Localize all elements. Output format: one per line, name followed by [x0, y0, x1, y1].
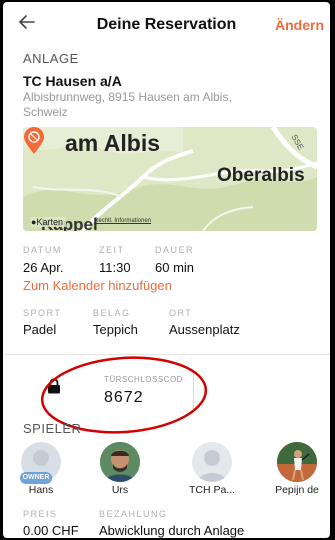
player-name: Pepijn de — [275, 484, 319, 496]
player-name: TCH Pa... — [188, 484, 236, 496]
player-name: Hans — [28, 484, 54, 496]
avatar — [192, 442, 232, 482]
payment-method-value: Abwicklung durch Anlage — [99, 523, 245, 538]
player-photo — [277, 442, 317, 482]
player-card[interactable]: OWNER Hans — [9, 442, 73, 496]
person-placeholder-icon — [197, 450, 227, 482]
player-card[interactable]: Urs — [88, 442, 152, 496]
player-name: Urs — [111, 484, 129, 496]
price-value: 0.00 CHF — [23, 523, 79, 538]
player-card[interactable]: Pepijn de — [265, 442, 329, 496]
players-section-label: SPIELER — [23, 421, 82, 436]
payment-method-label: BEZAHLUNG — [99, 509, 168, 519]
avatar — [100, 442, 140, 482]
player-photo — [100, 442, 140, 482]
price-label: PREIS — [23, 509, 58, 519]
owner-badge: OWNER — [20, 472, 52, 484]
reservation-screen: Deine Reservation Ändern ANLAGE TC Hause… — [3, 2, 330, 538]
player-card[interactable]: TCH Pa... — [180, 442, 244, 496]
avatar — [277, 442, 317, 482]
